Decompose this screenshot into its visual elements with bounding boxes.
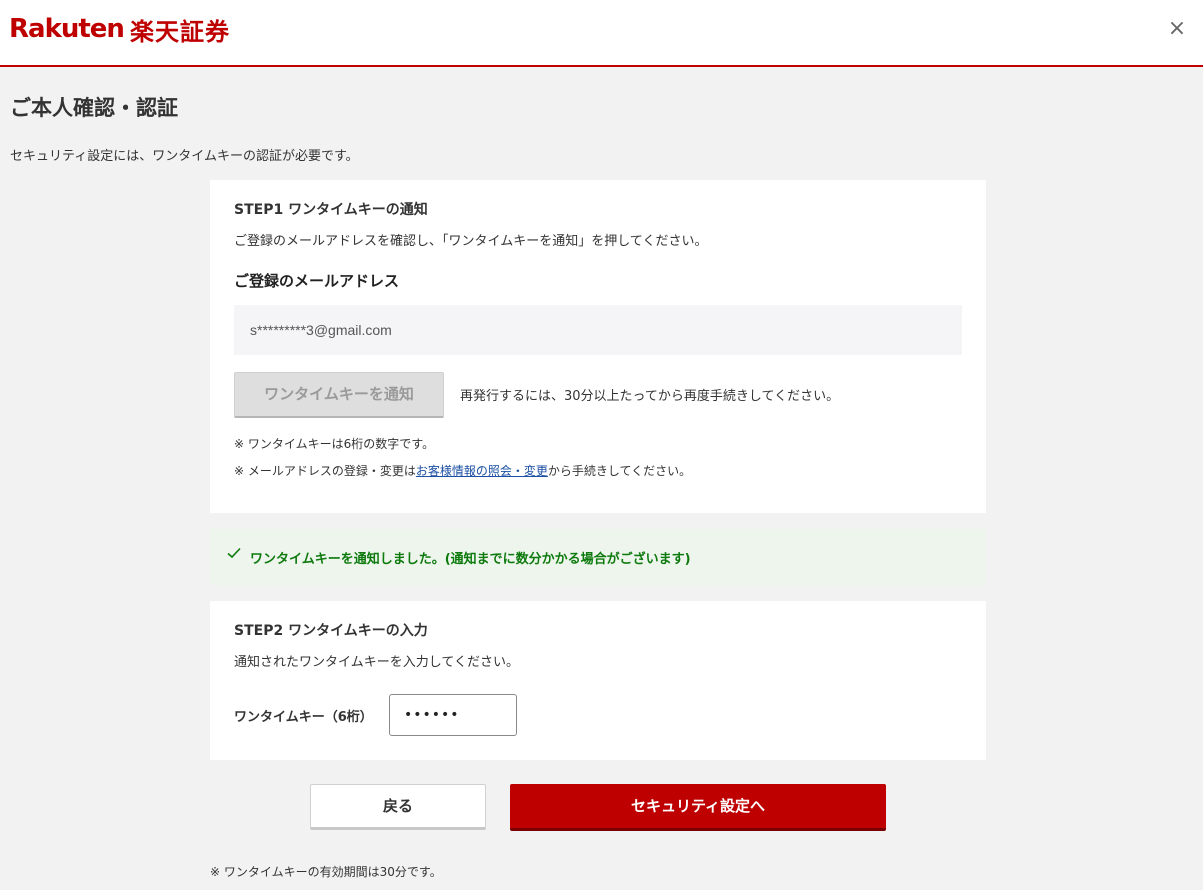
success-banner: ワンタイムキーを通知しました。(通知までに数分かかる場合がございます) [210, 529, 986, 585]
note-email-change-suffix: から手続きしてください。 [547, 464, 692, 478]
page-title: ご本人確認・認証 [10, 96, 178, 120]
close-icon[interactable]: × [1164, 16, 1190, 42]
note-email-change: ※ メールアドレスの登録・変更はお客様情報の照会・変更から手続きしてください。 [234, 462, 691, 479]
footer-note: ※ ワンタイムキーの有効期間は30分です。 [210, 865, 442, 879]
email-label: ご登録のメールアドレス [234, 272, 400, 290]
rakuten-securities-logo[interactable]: Rakuten 楽天証券 [9, 12, 230, 46]
reissue-note: 再発行するには、30分以上たってから再度手続きしてください。 [460, 389, 840, 404]
step2-title: STEP2 ワンタイムキーの入力 [234, 623, 428, 639]
customer-info-link[interactable]: お客様情報の照会・変更 [416, 464, 548, 478]
step1-card: STEP1 ワンタイムキーの通知 ご登録のメールアドレスを確認し、「ワンタイムキ… [210, 180, 986, 513]
step2-card: STEP2 ワンタイムキーの入力 通知されたワンタイムキーを入力してください。 … [210, 601, 986, 760]
logo-jp-text: 楽天証券 [129, 17, 230, 46]
onetime-key-input[interactable] [389, 694, 517, 736]
onetime-key-label: ワンタイムキー（6桁） [234, 710, 373, 725]
notify-onetime-key-button[interactable]: ワンタイムキーを通知 [234, 372, 444, 418]
success-message: ワンタイムキーを通知しました。(通知までに数分かかる場合がございます) [250, 552, 691, 567]
page-description: セキュリティ設定には、ワンタイムキーの認証が必要です。 [10, 149, 359, 164]
back-button[interactable]: 戻る [310, 784, 486, 830]
step2-description: 通知されたワンタイムキーを入力してください。 [234, 655, 519, 670]
logo-rakuten-text: Rakuten [9, 14, 125, 44]
step1-title: STEP1 ワンタイムキーの通知 [234, 202, 428, 218]
check-icon [227, 547, 241, 559]
note-key-digits: ※ ワンタイムキーは6桁の数字です。 [234, 437, 435, 451]
security-settings-button[interactable]: セキュリティ設定へ [510, 784, 886, 831]
registered-email-display: s*********3@gmail.com [234, 305, 962, 355]
header: Rakuten 楽天証券 × [0, 0, 1203, 67]
step1-description: ご登録のメールアドレスを確認し、「ワンタイムキーを通知」を押してください。 [234, 234, 708, 249]
note-email-change-prefix: ※ メールアドレスの登録・変更は [234, 464, 416, 478]
